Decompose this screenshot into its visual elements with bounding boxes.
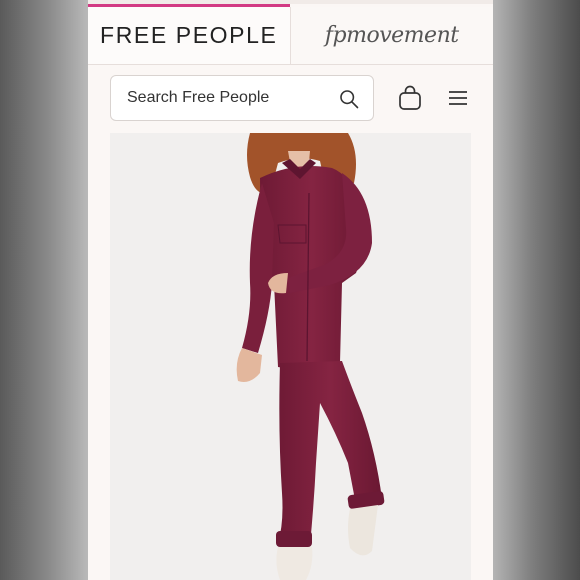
hamburger-menu-icon[interactable] <box>447 88 469 108</box>
app-screen: FREE PEOPLE fpmovement <box>88 0 493 580</box>
brand-tabs: FREE PEOPLE fpmovement <box>88 7 493 65</box>
model-wearing-jumpsuit-illustration <box>236 133 385 580</box>
background-right <box>493 0 580 580</box>
tab-fp-movement[interactable]: fpmovement <box>289 7 493 64</box>
search-input[interactable] <box>127 89 327 107</box>
fp-movement-logo: fpmovement <box>324 23 459 48</box>
background-left <box>0 0 88 580</box>
free-people-logo: FREE PEOPLE <box>100 22 278 48</box>
product-image[interactable] <box>110 133 471 580</box>
page-margin-right <box>471 133 493 580</box>
search-bar-row <box>88 65 493 133</box>
search-icon[interactable] <box>339 89 359 109</box>
search-box[interactable] <box>110 75 374 121</box>
tab-free-people[interactable]: FREE PEOPLE <box>88 7 290 64</box>
shopping-bag-icon[interactable] <box>398 85 422 111</box>
